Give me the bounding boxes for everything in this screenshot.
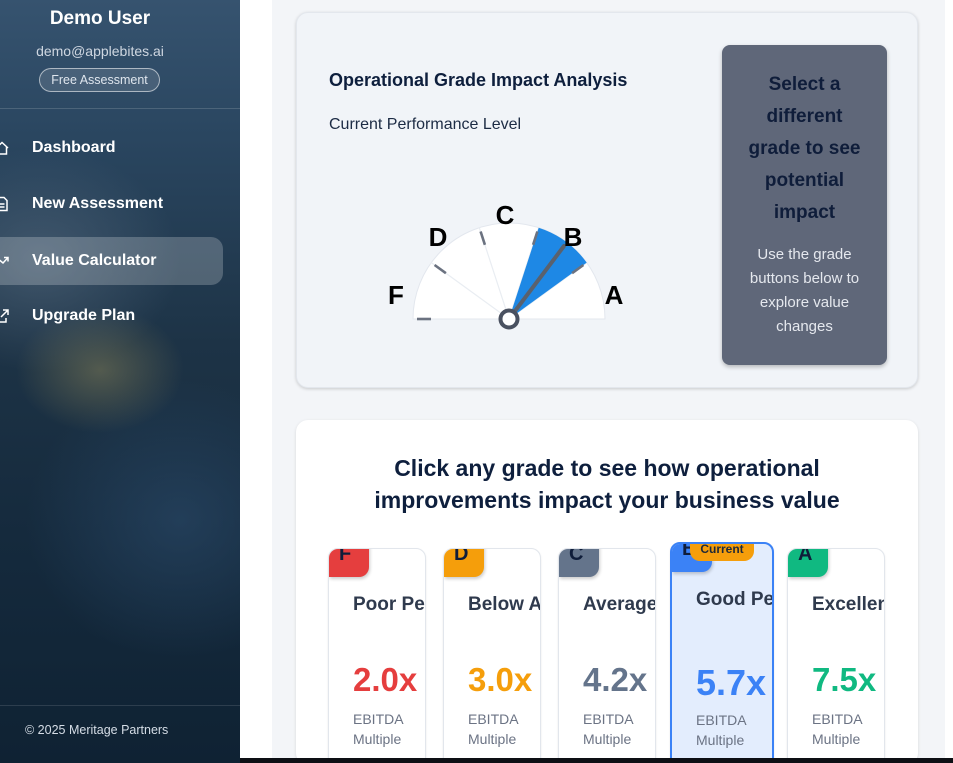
grade-multiple: 4.2x <box>583 661 648 698</box>
select-grade-panel: Select a different grade to see potentia… <box>722 45 887 365</box>
grade-gauge: F D C B A <box>388 200 624 330</box>
grade-name: Below Average <box>468 594 541 615</box>
plan-badge: Free Assessment <box>39 68 160 92</box>
document-icon <box>0 196 8 212</box>
grade-name: Poor Performance <box>353 594 425 615</box>
impact-subtitle: Current Performance Level <box>329 116 522 133</box>
gauge-label-f: F <box>388 280 404 310</box>
copyright-footer: © 2025 Meritage Partners <box>25 723 169 737</box>
gauge-label-c: C <box>496 200 515 230</box>
ebitda-label: EBITDA Multiple <box>468 711 518 747</box>
gauge-label-b: B <box>564 222 583 252</box>
select-grade-hint: Use the grade buttons below to explore v… <box>749 246 860 335</box>
sidebar-item-label: New Assessment <box>32 195 164 212</box>
grade-letter-badge: D <box>444 549 484 577</box>
grade-name: Average Performance <box>583 594 656 615</box>
scrollbar-track[interactable] <box>945 0 953 758</box>
grade-selector-title: Click any grade to see how operational i… <box>374 455 840 513</box>
sidebar-item-label: Upgrade Plan <box>32 307 136 324</box>
grade-letter-badge: A <box>788 549 828 577</box>
gauge-label-d: D <box>429 222 448 252</box>
ebitda-label: EBITDA Multiple <box>353 711 403 747</box>
sidebar: Demo User demo@applebites.ai Free Assess… <box>0 0 240 763</box>
sidebar-item-label: Dashboard <box>32 139 116 156</box>
ebitda-label: EBITDA Multiple <box>812 711 862 747</box>
home-icon <box>0 141 9 155</box>
sidebar-divider <box>0 108 240 109</box>
grade-name: Excellent Performance <box>812 594 884 615</box>
user-email: demo@applebites.ai <box>36 43 164 59</box>
grade-card-c[interactable]: C Average Performance 4.2x EBITDA Multip… <box>558 548 656 763</box>
grade-multiple: 5.7x <box>696 662 767 703</box>
sidebar-item-value-calculator[interactable]: Value Calculator <box>0 237 223 285</box>
sidebar-item-label: Value Calculator <box>32 252 157 269</box>
grade-letter-badge: F <box>329 549 369 577</box>
sidebar-footer-divider <box>0 705 240 706</box>
gauge-label-a: A <box>605 280 624 310</box>
grade-card-f[interactable]: F Poor Performance 2.0x EBITDA Multiple <box>328 548 426 763</box>
grade-letter-badge: C <box>559 549 599 577</box>
gauge-pivot <box>498 308 520 330</box>
ebitda-label: EBITDA Multiple <box>583 711 633 747</box>
impact-title: Operational Grade Impact Analysis <box>329 70 628 90</box>
external-link-icon <box>0 309 9 323</box>
grade-card-d[interactable]: D Below Average 3.0x EBITDA Multiple <box>443 548 541 763</box>
grade-name: Good Performance <box>696 589 774 610</box>
current-badge: Current <box>690 544 754 561</box>
select-grade-title: Select a different grade to see potentia… <box>748 74 861 223</box>
sidebar-item-dashboard[interactable]: Dashboard <box>0 124 223 172</box>
trending-up-icon <box>0 256 9 265</box>
grade-card-b[interactable]: B Current Good Performance 5.7x EBITDA M… <box>670 542 774 763</box>
bottom-bar <box>240 758 953 763</box>
grade-selector-card: Click any grade to see how operational i… <box>296 420 918 763</box>
grade-multiple: 3.0x <box>468 661 533 698</box>
impact-analysis-card: Operational Grade Impact Analysis Curren… <box>296 12 918 388</box>
grade-card-a[interactable]: A Excellent Performance 7.5x EBITDA Mult… <box>787 548 885 763</box>
sidebar-item-new-assessment[interactable]: New Assessment <box>0 180 223 228</box>
user-name: Demo User <box>49 8 151 29</box>
sidebar-item-upgrade-plan[interactable]: Upgrade Plan <box>0 292 223 340</box>
ebitda-label: EBITDA Multiple <box>696 712 746 748</box>
grade-multiple: 7.5x <box>812 661 877 698</box>
grade-multiple: 2.0x <box>353 661 418 698</box>
